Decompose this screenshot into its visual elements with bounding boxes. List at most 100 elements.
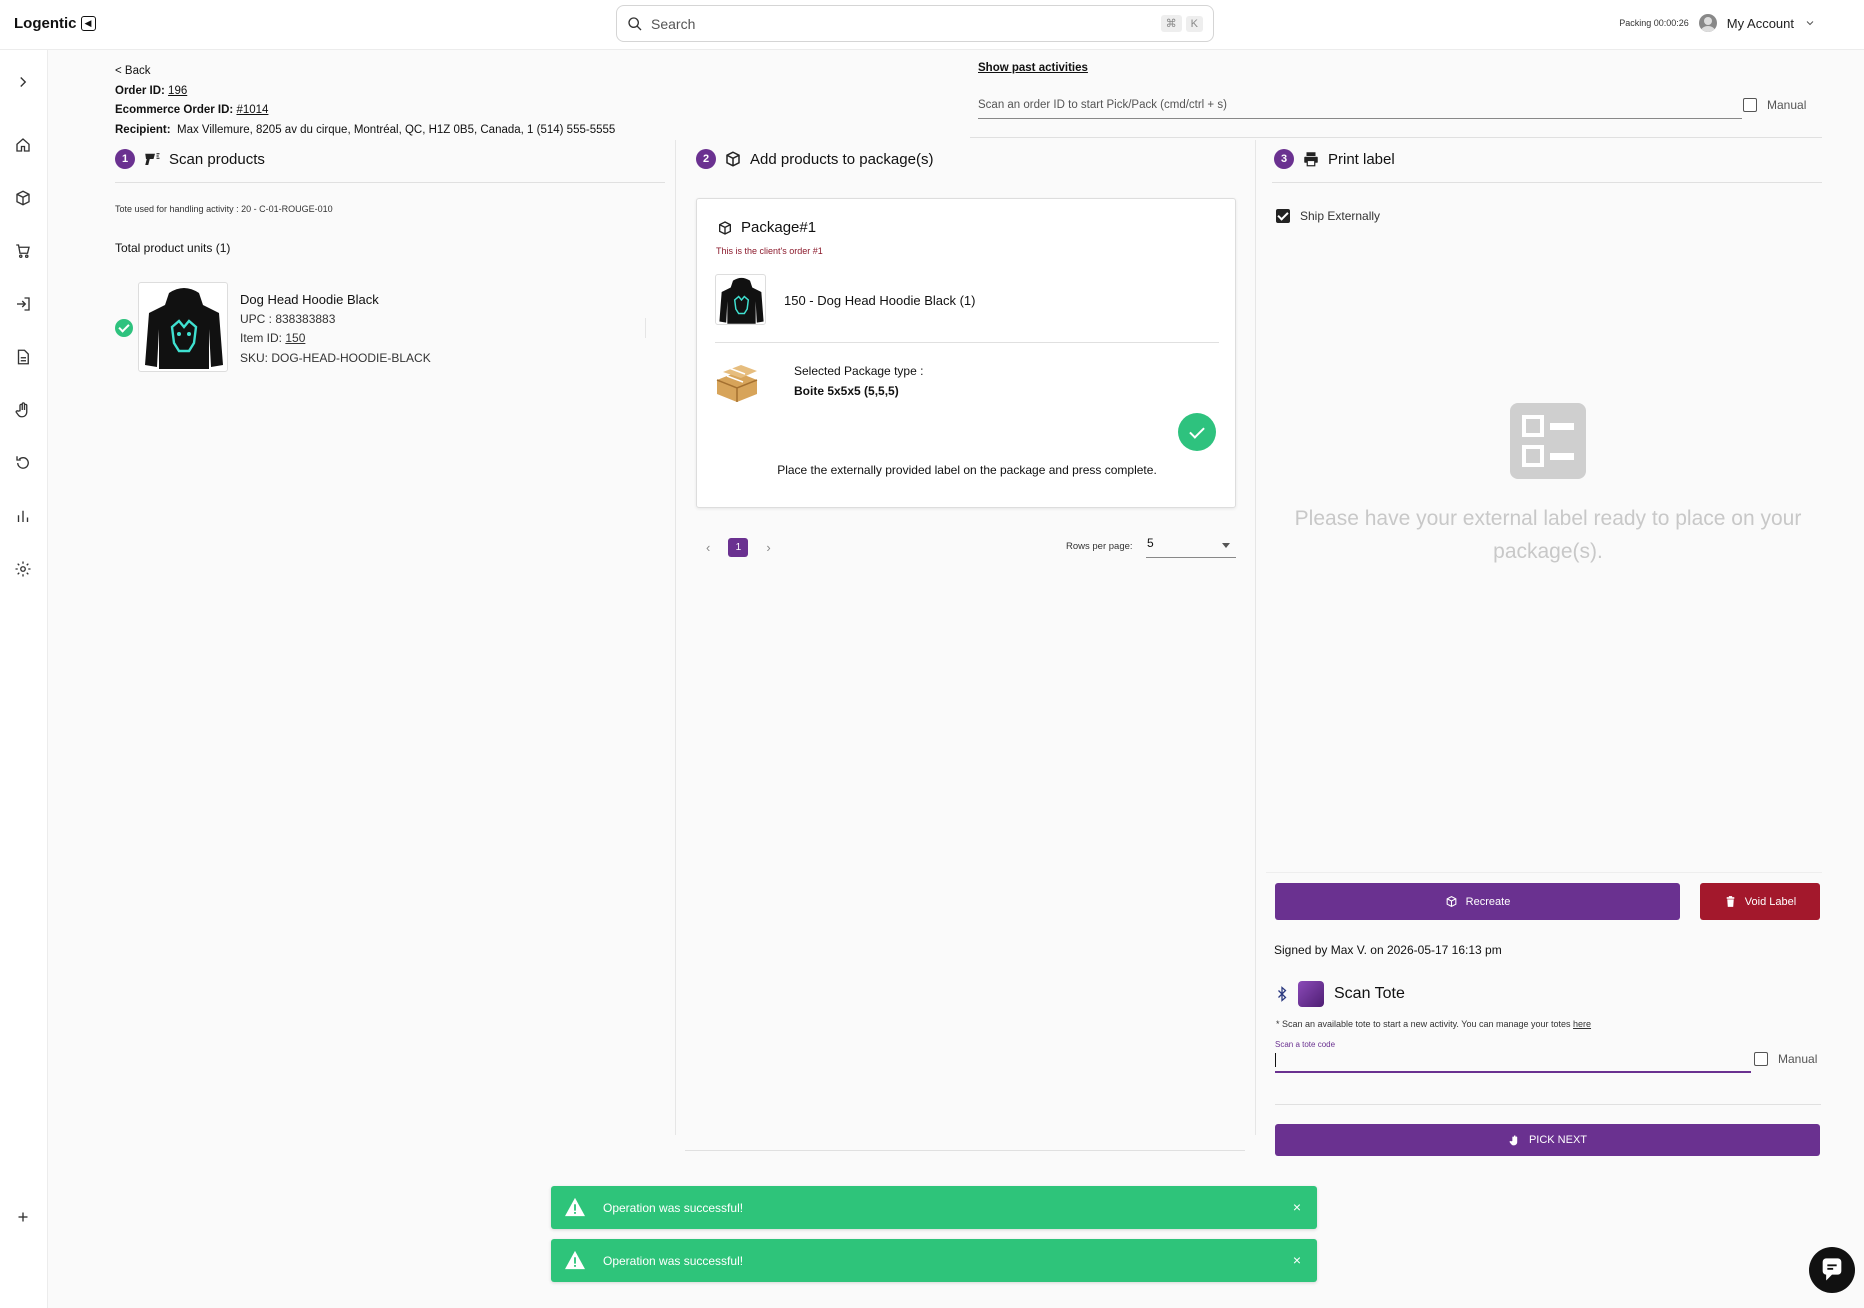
- add-icon[interactable]: [12, 1206, 34, 1228]
- page-number-button[interactable]: 1: [728, 538, 749, 557]
- package-item-label: 150 - Dog Head Hoodie Black (1): [784, 293, 976, 308]
- logo-icon: ◀: [80, 16, 96, 31]
- manual-checkbox[interactable]: [1743, 98, 1757, 112]
- expand-sidebar-icon[interactable]: [12, 71, 34, 93]
- divider: [715, 342, 1219, 343]
- tote-cube-icon: [1298, 981, 1324, 1007]
- package-type-value: Boite 5x5x5 (5,5,5): [794, 384, 899, 398]
- home-icon[interactable]: [12, 134, 34, 156]
- product-name: Dog Head Hoodie Black: [240, 292, 379, 307]
- order-id-link[interactable]: 196: [168, 85, 187, 97]
- tote-manual-toggle[interactable]: Manual: [1754, 1052, 1817, 1066]
- rows-per-page-select[interactable]: 5: [1146, 536, 1236, 558]
- scan-tote-header: Scan Tote: [1276, 981, 1405, 1007]
- top-bar: Logentic ◀ Search ⌘ K Packing 00:00:26 M…: [0, 0, 1864, 50]
- order-id-label: Order ID:: [115, 84, 165, 97]
- chat-support-button[interactable]: [1809, 1247, 1855, 1293]
- rows-per-page-label: Rows per page:: [1066, 541, 1133, 552]
- step-number: 1: [115, 149, 135, 169]
- tote-code-input[interactable]: [1275, 1052, 1751, 1073]
- search-input[interactable]: Search ⌘ K: [616, 5, 1214, 42]
- order-info: < Back Order ID: 196 Ecommerce Order ID:…: [115, 62, 615, 140]
- package-subtitle: This is the client's order #1: [716, 246, 823, 256]
- tote-note-text: * Scan an available tote to start a new …: [1276, 1019, 1574, 1029]
- logo-text: Logentic: [14, 15, 77, 32]
- avatar[interactable]: [1698, 14, 1717, 32]
- box-icon: [719, 220, 731, 235]
- package-boxes-icon: [716, 365, 758, 402]
- hand-icon[interactable]: [12, 399, 34, 421]
- recreate-button[interactable]: Recreate: [1275, 883, 1680, 920]
- analytics-icon[interactable]: [12, 505, 34, 527]
- package-type: Selected Package type : Boite 5x5x5 (5,5…: [794, 361, 923, 401]
- box-icon: [726, 151, 740, 167]
- scrollbar[interactable]: [645, 318, 646, 338]
- ship-externally-toggle[interactable]: Ship Externally: [1276, 209, 1380, 223]
- package-title-text: Package#1: [741, 219, 817, 236]
- package-card: Package#1 This is the client's order #1 …: [696, 198, 1236, 508]
- tote-manual-label: Manual: [1778, 1052, 1818, 1066]
- void-label-button[interactable]: Void Label: [1700, 883, 1820, 920]
- back-link[interactable]: < Back: [115, 65, 150, 77]
- package-item-image: [715, 274, 766, 325]
- pagination: ‹ 1 ›: [706, 538, 771, 557]
- column-divider: [1255, 140, 1256, 1135]
- chevron-down-icon[interactable]: [1804, 17, 1816, 29]
- void-label-text: Void Label: [1744, 895, 1797, 908]
- scanner-icon: [145, 153, 160, 165]
- scan-order-input[interactable]: Scan an order ID to start Pick/Pack (cmd…: [978, 94, 1742, 119]
- ship-externally-checkbox[interactable]: [1276, 209, 1290, 223]
- total-units-text: Total product units (1): [115, 241, 231, 255]
- top-right-area: Packing 00:00:26 My Account: [1619, 14, 1816, 32]
- label-placeholder-icon: [1510, 403, 1586, 479]
- tote-manual-checkbox[interactable]: [1754, 1052, 1768, 1066]
- ecommerce-order-link[interactable]: #1014: [236, 104, 268, 116]
- printer-icon: [1304, 152, 1318, 167]
- product-image: [138, 282, 228, 372]
- divider: [970, 137, 1822, 138]
- search-icon: [628, 16, 642, 30]
- step-print-label: 3 Print label: [1274, 149, 1395, 169]
- manage-totes-link[interactable]: here: [1573, 1019, 1591, 1029]
- package-title: Package#1: [717, 219, 816, 236]
- bluetooth-icon: [1278, 986, 1287, 1002]
- manual-label: Manual: [1767, 98, 1807, 112]
- next-page-icon[interactable]: ›: [766, 540, 770, 555]
- scan-tote-title: Scan Tote: [1334, 985, 1405, 1002]
- import-icon[interactable]: [12, 293, 34, 315]
- show-past-activities-link[interactable]: Show past activities: [978, 62, 1088, 74]
- close-icon[interactable]: ×: [1293, 1252, 1301, 1268]
- my-account-button[interactable]: My Account: [1727, 16, 1794, 31]
- success-toast: Operation was successful! ×: [551, 1186, 1317, 1229]
- step-title: Print label: [1328, 150, 1395, 168]
- logo[interactable]: Logentic ◀: [14, 15, 96, 32]
- step-add-to-package: 2 Add products to package(s): [696, 149, 933, 169]
- pick-next-button[interactable]: PICK NEXT: [1275, 1124, 1820, 1156]
- package-instructions: Place the externally provided label on t…: [777, 463, 1157, 477]
- scanned-check-icon: [115, 319, 133, 337]
- prev-page-icon[interactable]: ‹: [706, 540, 710, 555]
- shortcut-k-key: K: [1185, 15, 1203, 32]
- return-icon[interactable]: [12, 452, 34, 474]
- box-icon[interactable]: [12, 187, 34, 209]
- tote-input-label: Scan a tote code: [1275, 1040, 1336, 1049]
- product-sku: SKU: DOG-HEAD-HOODIE-BLACK: [240, 350, 431, 365]
- column-divider: [675, 140, 676, 1135]
- document-icon[interactable]: [12, 346, 34, 368]
- success-toast: Operation was successful! ×: [551, 1239, 1317, 1282]
- cart-icon[interactable]: [12, 240, 34, 262]
- item-id-label: Item ID:: [240, 331, 286, 345]
- tote-note: * Scan an available tote to start a new …: [1276, 1019, 1591, 1029]
- divider: [115, 182, 665, 183]
- sidebar: [0, 50, 48, 1308]
- settings-gear-icon[interactable]: [12, 558, 34, 580]
- manual-toggle[interactable]: Manual: [1743, 98, 1806, 112]
- close-icon[interactable]: ×: [1293, 1199, 1301, 1215]
- warning-icon: [565, 1197, 585, 1217]
- item-id-link[interactable]: 150: [285, 331, 305, 345]
- chat-icon: [1822, 1258, 1842, 1281]
- pick-next-label: PICK NEXT: [1528, 1134, 1588, 1146]
- warning-icon: [565, 1250, 585, 1270]
- step-number: 3: [1274, 149, 1294, 169]
- step-title: Add products to package(s): [750, 150, 934, 168]
